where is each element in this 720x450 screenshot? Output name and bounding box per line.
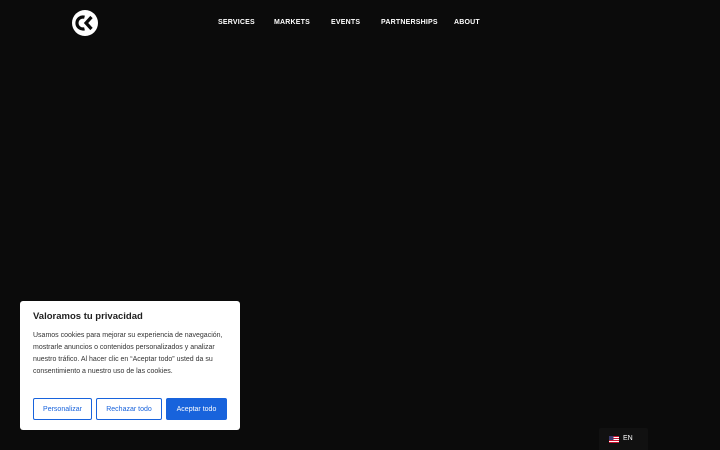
- nav-item-partnerships[interactable]: PARTNERSHIPS: [381, 18, 438, 28]
- language-label: EN: [623, 435, 633, 442]
- language-switcher[interactable]: EN: [599, 428, 648, 450]
- cookie-banner-title: Valoramos tu privacidad: [33, 311, 143, 322]
- us-flag-icon: [609, 435, 619, 443]
- nav-item-services[interactable]: SERVICES: [218, 18, 255, 28]
- main-nav: SERVICES MARKETS EVENTS PARTNERSHIPS ABO…: [0, 18, 720, 30]
- reject-all-button[interactable]: Rechazar todo: [96, 398, 162, 420]
- nav-item-events[interactable]: EVENTS: [331, 18, 360, 28]
- cookie-consent-banner: Valoramos tu privacidad Usamos cookies p…: [20, 301, 240, 430]
- cookie-banner-description: Usamos cookies para mejorar su experienc…: [33, 332, 223, 375]
- nav-item-about[interactable]: ABOUT: [454, 18, 480, 28]
- cookie-button-group: Personalizar Rechazar todo Aceptar todo: [33, 398, 227, 420]
- nav-item-markets[interactable]: MARKETS: [274, 18, 310, 28]
- customize-button[interactable]: Personalizar: [33, 398, 92, 420]
- page: SERVICES MARKETS EVENTS PARTNERSHIPS ABO…: [0, 0, 720, 450]
- accept-all-button[interactable]: Aceptar todo: [166, 398, 227, 420]
